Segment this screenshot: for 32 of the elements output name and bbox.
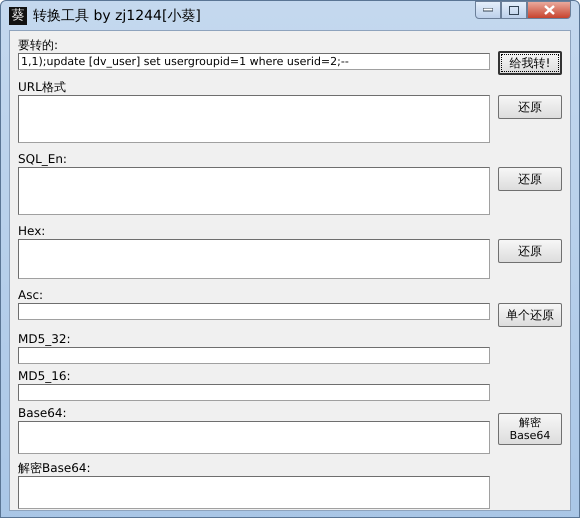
close-icon — [544, 5, 554, 15]
field-label: URL格式 — [18, 80, 67, 94]
maximize-button[interactable] — [501, 1, 527, 19]
action-button[interactable]: 还原 — [498, 95, 562, 119]
close-button[interactable] — [527, 1, 571, 19]
field-label: Hex: — [18, 224, 46, 238]
text-field[interactable] — [18, 303, 490, 320]
action-button[interactable]: 还原 — [498, 239, 562, 263]
action-button[interactable]: 还原 — [498, 167, 562, 191]
minimize-icon — [483, 8, 493, 12]
field-label: Asc: — [18, 288, 44, 302]
field-label: 解密Base64: — [18, 461, 92, 475]
text-field[interactable] — [18, 347, 490, 364]
field-label: MD5_16: — [18, 369, 72, 383]
field-label: Base64: — [18, 406, 68, 420]
field-label: MD5_32: — [18, 332, 72, 346]
text-area[interactable] — [18, 476, 490, 509]
minimize-button[interactable] — [475, 1, 501, 19]
field-label: SQL_En: — [18, 152, 68, 166]
text-area[interactable] — [18, 239, 490, 279]
maximize-icon — [509, 6, 519, 14]
app-icon: 葵 — [9, 6, 27, 24]
text-field[interactable]: 1,1);update [dv_user] set usergroupid=1 where userid=2;-- — [18, 53, 490, 70]
text-area[interactable] — [18, 95, 490, 143]
action-button[interactable]: 解密 Base64 — [498, 413, 562, 445]
field-label: 要转的: — [18, 38, 60, 52]
window-title: 转换工具 by zj1244[小葵] — [33, 6, 202, 24]
text-field[interactable] — [18, 384, 490, 401]
text-area[interactable] — [18, 167, 490, 215]
text-area[interactable] — [18, 421, 490, 454]
action-button[interactable]: 给我转! — [498, 51, 562, 75]
action-button[interactable]: 单个还原 — [498, 303, 562, 327]
